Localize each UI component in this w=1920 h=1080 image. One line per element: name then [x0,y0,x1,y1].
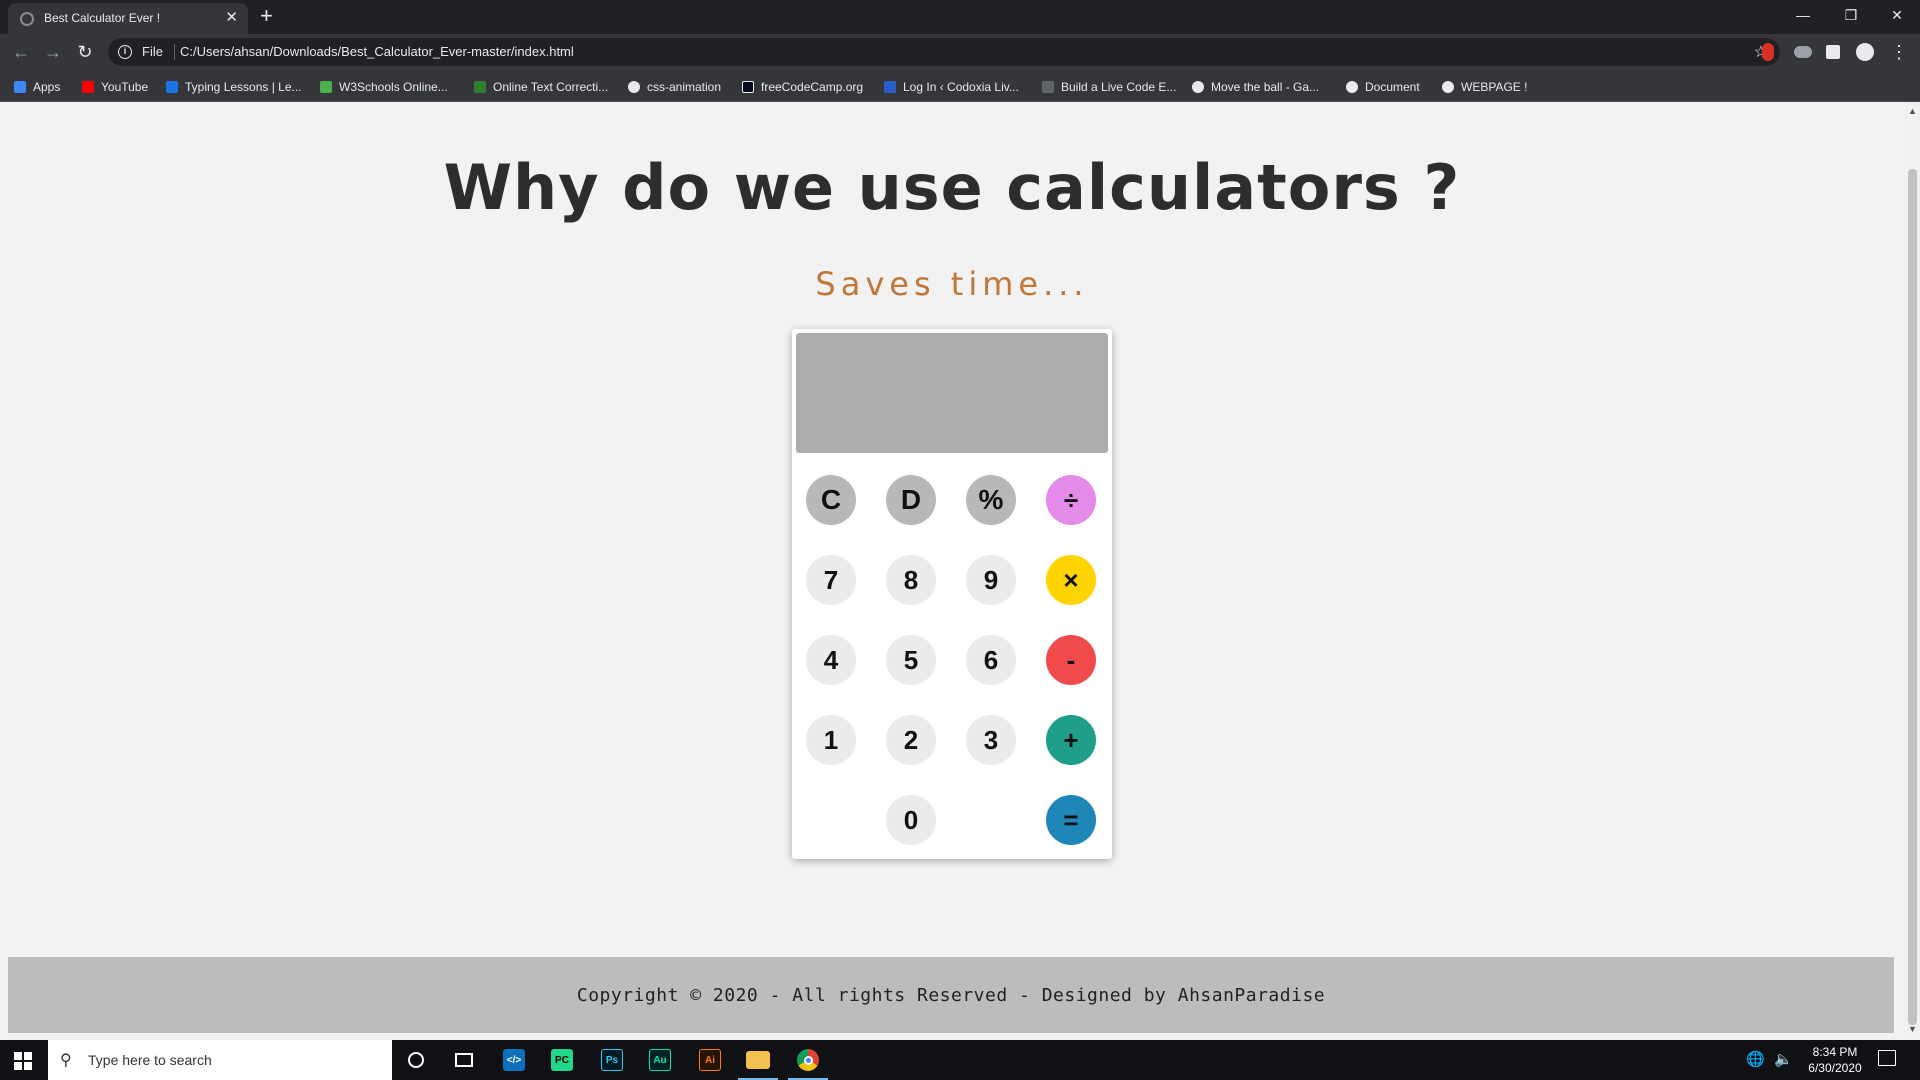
scroll-down-arrow-icon[interactable]: ▼ [1908,1024,1917,1034]
globe-icon [1346,81,1358,93]
subtract-button[interactable]: - [1046,635,1096,685]
search-icon: ⚲ [60,1052,72,1069]
bookmark-freecodecamp[interactable]: freeCodeCamp.org [742,79,863,95]
tab-title: Best Calculator Ever ! [44,11,161,25]
page-title: Why do we use calculators ? [443,151,1461,224]
scroll-up-arrow-icon[interactable]: ▲ [1908,106,1917,116]
illustrator-icon[interactable]: Ai [686,1040,734,1080]
bookmark-document[interactable]: Document [1346,79,1420,95]
address-separator [174,44,175,60]
network-globe-icon[interactable]: 🌐 [1746,1050,1765,1068]
clock-time: 8:34 PM [1812,1045,1858,1059]
divide-button[interactable]: ÷ [1046,475,1096,525]
apps-grid-icon [14,81,26,93]
digit-3-button[interactable]: 3 [966,715,1016,765]
code-brackets-icon [1042,81,1054,93]
freecodecamp-icon [742,81,754,93]
notification-center-icon[interactable] [1878,1050,1896,1066]
globe-icon [1192,81,1204,93]
equals-button[interactable]: = [1046,795,1096,845]
cortana-icon[interactable] [392,1040,440,1080]
bookmark-codoxia[interactable]: Log In ‹ Codoxia Liv... [884,79,1019,95]
youtube-icon [82,81,94,93]
forward-arrow-icon[interactable]: → [42,41,64,63]
chrome-icon[interactable] [784,1040,832,1080]
checkmark-icon [474,81,486,93]
bookmark-css-animation[interactable]: css-animation [628,79,721,95]
bookmark-apps[interactable]: Apps [14,79,60,95]
calculator-display [796,333,1108,453]
windows-start-icon[interactable] [14,1052,32,1070]
page-viewport: Why do we use calculators ? Saves time..… [0,103,1920,1037]
url-text[interactable]: C:/Users/ahsan/Downloads/Best_Calculator… [180,44,574,59]
multiply-button[interactable]: × [1046,555,1096,605]
percent-button[interactable]: % [966,475,1016,525]
file-explorer-icon[interactable] [734,1040,782,1080]
clear-button[interactable]: C [806,475,856,525]
pycharm-icon[interactable]: PC [538,1040,586,1080]
browser-tab[interactable]: Best Calculator Ever ! ✕ [8,3,248,34]
tab-close-icon[interactable]: ✕ [225,9,238,27]
css-animation-icon [628,81,640,93]
delete-button[interactable]: D [886,475,936,525]
page-footer: Copyright © 2020 - All rights Reserved -… [8,957,1894,1033]
digit-2-button[interactable]: 2 [886,715,936,765]
info-icon[interactable]: i [118,45,132,59]
speaker-icon[interactable]: 🔈 [1774,1050,1793,1068]
bookmark-youtube[interactable]: YouTube [82,79,148,95]
vscode-icon[interactable]: </> [490,1040,538,1080]
back-arrow-icon[interactable]: ← [10,41,32,63]
scrollbar-thumb[interactable] [1908,169,1917,1025]
calculator: C D % ÷ 7 8 9 × 4 5 6 - 1 2 3 + 0 = [792,329,1112,859]
bookmarks-bar: Apps YouTube Typing Lessons | Le... W3Sc… [0,70,1920,102]
taskbar-clock[interactable]: 8:34 PM 6/30/2020 [1800,1044,1870,1076]
bookmark-w3schools[interactable]: W3Schools Online... [320,79,448,95]
digit-4-button[interactable]: 4 [806,635,856,685]
scheme-label: File [142,44,163,59]
clock-date: 6/30/2020 [1808,1061,1862,1075]
extension-hand-icon[interactable] [1762,43,1774,61]
bookmark-move-the-ball[interactable]: Move the ball - Ga... [1192,79,1319,95]
menu-kebab-icon[interactable]: ⋮ [1888,41,1910,63]
taskbar-search-placeholder: Type here to search [88,1052,212,1068]
bookmark-webpage[interactable]: WEBPAGE ! [1442,79,1527,95]
digit-5-button[interactable]: 5 [886,635,936,685]
digit-9-button[interactable]: 9 [966,555,1016,605]
page-subtitle: Saves time... [815,265,1089,303]
digit-6-button[interactable]: 6 [966,635,1016,685]
add-button[interactable]: + [1046,715,1096,765]
typing-site-icon [166,81,178,93]
bookmark-online-text[interactable]: Online Text Correcti... [474,79,608,95]
globe-icon [1442,81,1454,93]
profile-avatar-icon[interactable] [1856,43,1874,61]
digit-0-button[interactable]: 0 [886,795,936,845]
digit-1-button[interactable]: 1 [806,715,856,765]
close-window-button[interactable]: ✕ [1874,4,1920,26]
extension-cloud-icon[interactable] [1794,46,1812,58]
bookmark-live-code[interactable]: Build a Live Code E... [1042,79,1176,95]
browser-tab-strip: Best Calculator Ever ! ✕ + — ❐ ✕ [0,0,1920,34]
browser-toolbar: ← → ↻ i File C:/Users/ahsan/Downloads/Be… [0,34,1920,70]
audition-icon[interactable]: Au [636,1040,684,1080]
bookmark-typing-lessons[interactable]: Typing Lessons | Le... [166,79,302,95]
address-bar[interactable]: i File C:/Users/ahsan/Downloads/Best_Cal… [108,38,1780,66]
globe-icon [20,12,34,26]
w3schools-icon [320,81,332,93]
windows-taskbar: ⚲ Type here to search </> PC Ps Au Ai 🌐 … [0,1040,1920,1080]
task-view-icon[interactable] [440,1040,488,1080]
digit-7-button[interactable]: 7 [806,555,856,605]
extensions-puzzle-icon[interactable] [1826,45,1840,59]
restore-button[interactable]: ❐ [1828,4,1874,26]
digit-8-button[interactable]: 8 [886,555,936,605]
minimize-button[interactable]: — [1780,4,1826,26]
new-tab-button[interactable]: + [260,4,273,28]
taskbar-search-box[interactable]: ⚲ Type here to search [48,1040,392,1080]
codoxia-icon [884,81,896,93]
photoshop-icon[interactable]: Ps [588,1040,636,1080]
reload-icon[interactable]: ↻ [74,41,96,63]
page-scrollbar[interactable]: ▲ ▼ [1904,103,1920,1037]
